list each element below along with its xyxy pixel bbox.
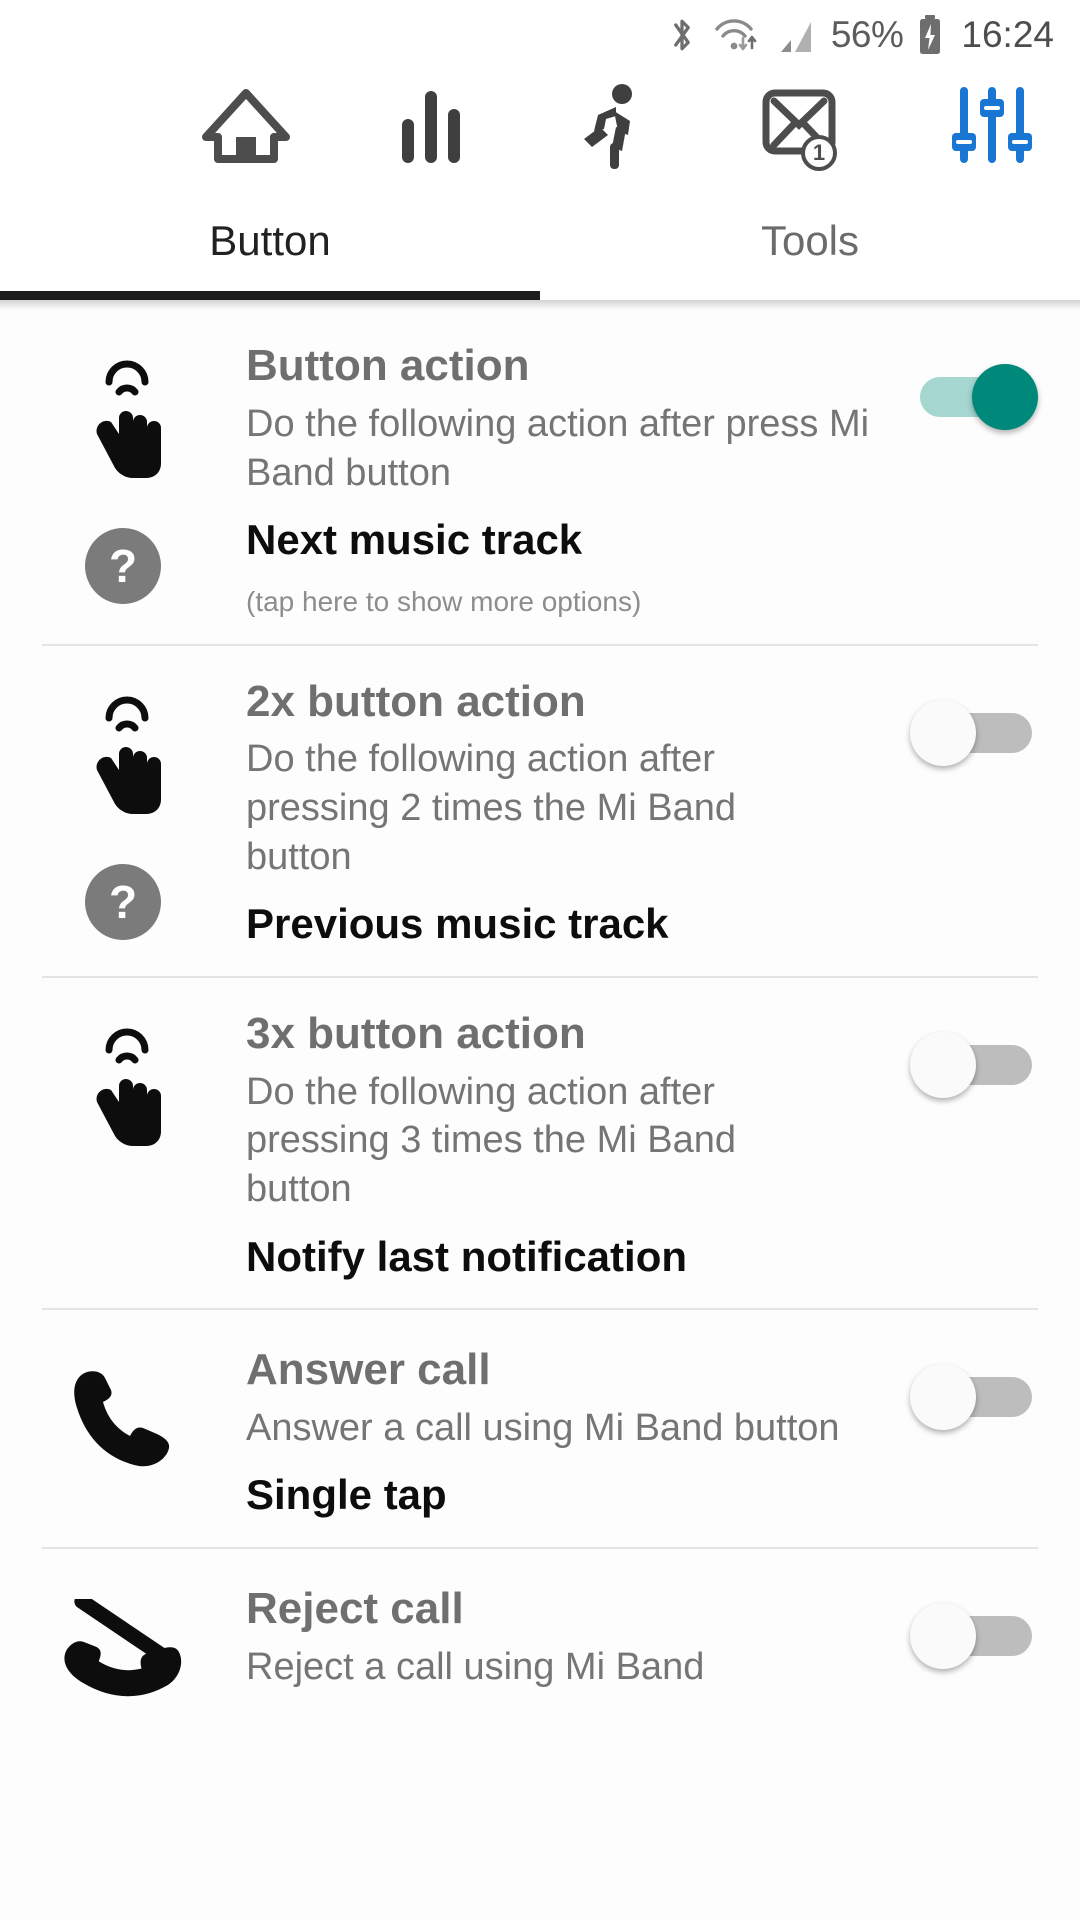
item-value[interactable]: Next music track (246, 515, 1050, 565)
tab-selected-indicator (0, 291, 540, 300)
row-icon-column (0, 1008, 246, 1282)
toggle-thumb (972, 364, 1038, 430)
toggle-switch-off[interactable] (910, 1363, 1038, 1430)
app-toolbar: 1 (0, 70, 1080, 182)
toggle-thumb (910, 1031, 976, 1098)
toggle-switch-off[interactable] (910, 1602, 1038, 1669)
list-item[interactable]: ? Button action Do the following action … (0, 310, 1080, 644)
tab-bar: Button Tools (0, 182, 1080, 300)
list-item[interactable]: ? 2x button action Do the following acti… (0, 646, 1080, 976)
row-icon-column (0, 1583, 246, 1729)
tap-finger-icon (69, 692, 177, 822)
row-icon-column: ? (0, 340, 246, 618)
list-item[interactable]: 3x button action Do the following action… (0, 978, 1080, 1308)
item-description: Do the following action after pressing 2… (246, 738, 737, 878)
item-description: Do the following action after press Mi B… (246, 402, 870, 494)
item-description: Reject a call using Mi Band (246, 1645, 705, 1688)
item-description: Answer a call using Mi Band button (246, 1406, 840, 1449)
toggle-switch-on[interactable] (910, 364, 1038, 430)
toggle-switch-off[interactable] (910, 699, 1038, 766)
bar-chart-icon[interactable] (396, 70, 466, 182)
notification-badge-count: 1 (812, 140, 826, 165)
tap-finger-icon (69, 1024, 177, 1154)
phone-handset-icon (65, 1360, 181, 1476)
help-question-icon[interactable]: ? (85, 863, 161, 940)
cellular-signal-icon (777, 14, 817, 56)
status-bar: 56% 16:24 (0, 0, 1080, 70)
battery-charging-icon (917, 13, 943, 57)
wifi-icon (711, 13, 763, 57)
bluetooth-icon (667, 13, 697, 57)
item-toggle[interactable] (910, 1031, 1038, 1098)
tab-bar-shadow (0, 300, 1080, 310)
reject-call-icon (58, 1598, 188, 1729)
list-item[interactable]: Reject call Reject a call using Mi Band (0, 1549, 1080, 1755)
clock-label: 16:24 (961, 14, 1054, 55)
item-value[interactable]: Notify last notification (246, 1232, 1050, 1282)
home-icon[interactable] (200, 70, 292, 182)
sliders-settings-icon[interactable] (948, 70, 1036, 182)
toggle-switch-off[interactable] (910, 1031, 1038, 1098)
item-value[interactable]: Single tap (246, 1470, 1050, 1520)
item-value[interactable]: Previous music track (246, 899, 1050, 949)
notification-badge: 1 (800, 134, 838, 172)
running-person-icon[interactable] (570, 70, 654, 182)
tab-button[interactable]: Button (0, 182, 540, 300)
tab-tools[interactable]: Tools (540, 182, 1080, 300)
toggle-thumb (910, 1602, 976, 1669)
toggle-thumb (910, 699, 976, 766)
battery-percent-label: 56% (830, 14, 904, 55)
item-toggle[interactable] (910, 364, 1038, 430)
help-question-icon[interactable]: ? (85, 528, 161, 604)
item-toggle[interactable] (910, 1602, 1038, 1669)
row-icon-column (0, 1344, 246, 1521)
tap-finger-icon (69, 356, 177, 486)
mail-notification-icon[interactable]: 1 (758, 70, 844, 182)
item-toggle[interactable] (910, 1363, 1038, 1430)
list-item[interactable]: Answer call Answer a call using Mi Band … (0, 1310, 1080, 1547)
hamburger-menu-icon[interactable] (44, 70, 96, 182)
item-hint: (tap here to show more options) (246, 585, 642, 617)
toggle-thumb (910, 1363, 976, 1430)
row-icon-column: ? (0, 676, 246, 950)
settings-list: ? Button action Do the following action … (0, 310, 1080, 1755)
item-toggle[interactable] (910, 699, 1038, 766)
item-description: Do the following action after pressing 3… (246, 1070, 737, 1210)
